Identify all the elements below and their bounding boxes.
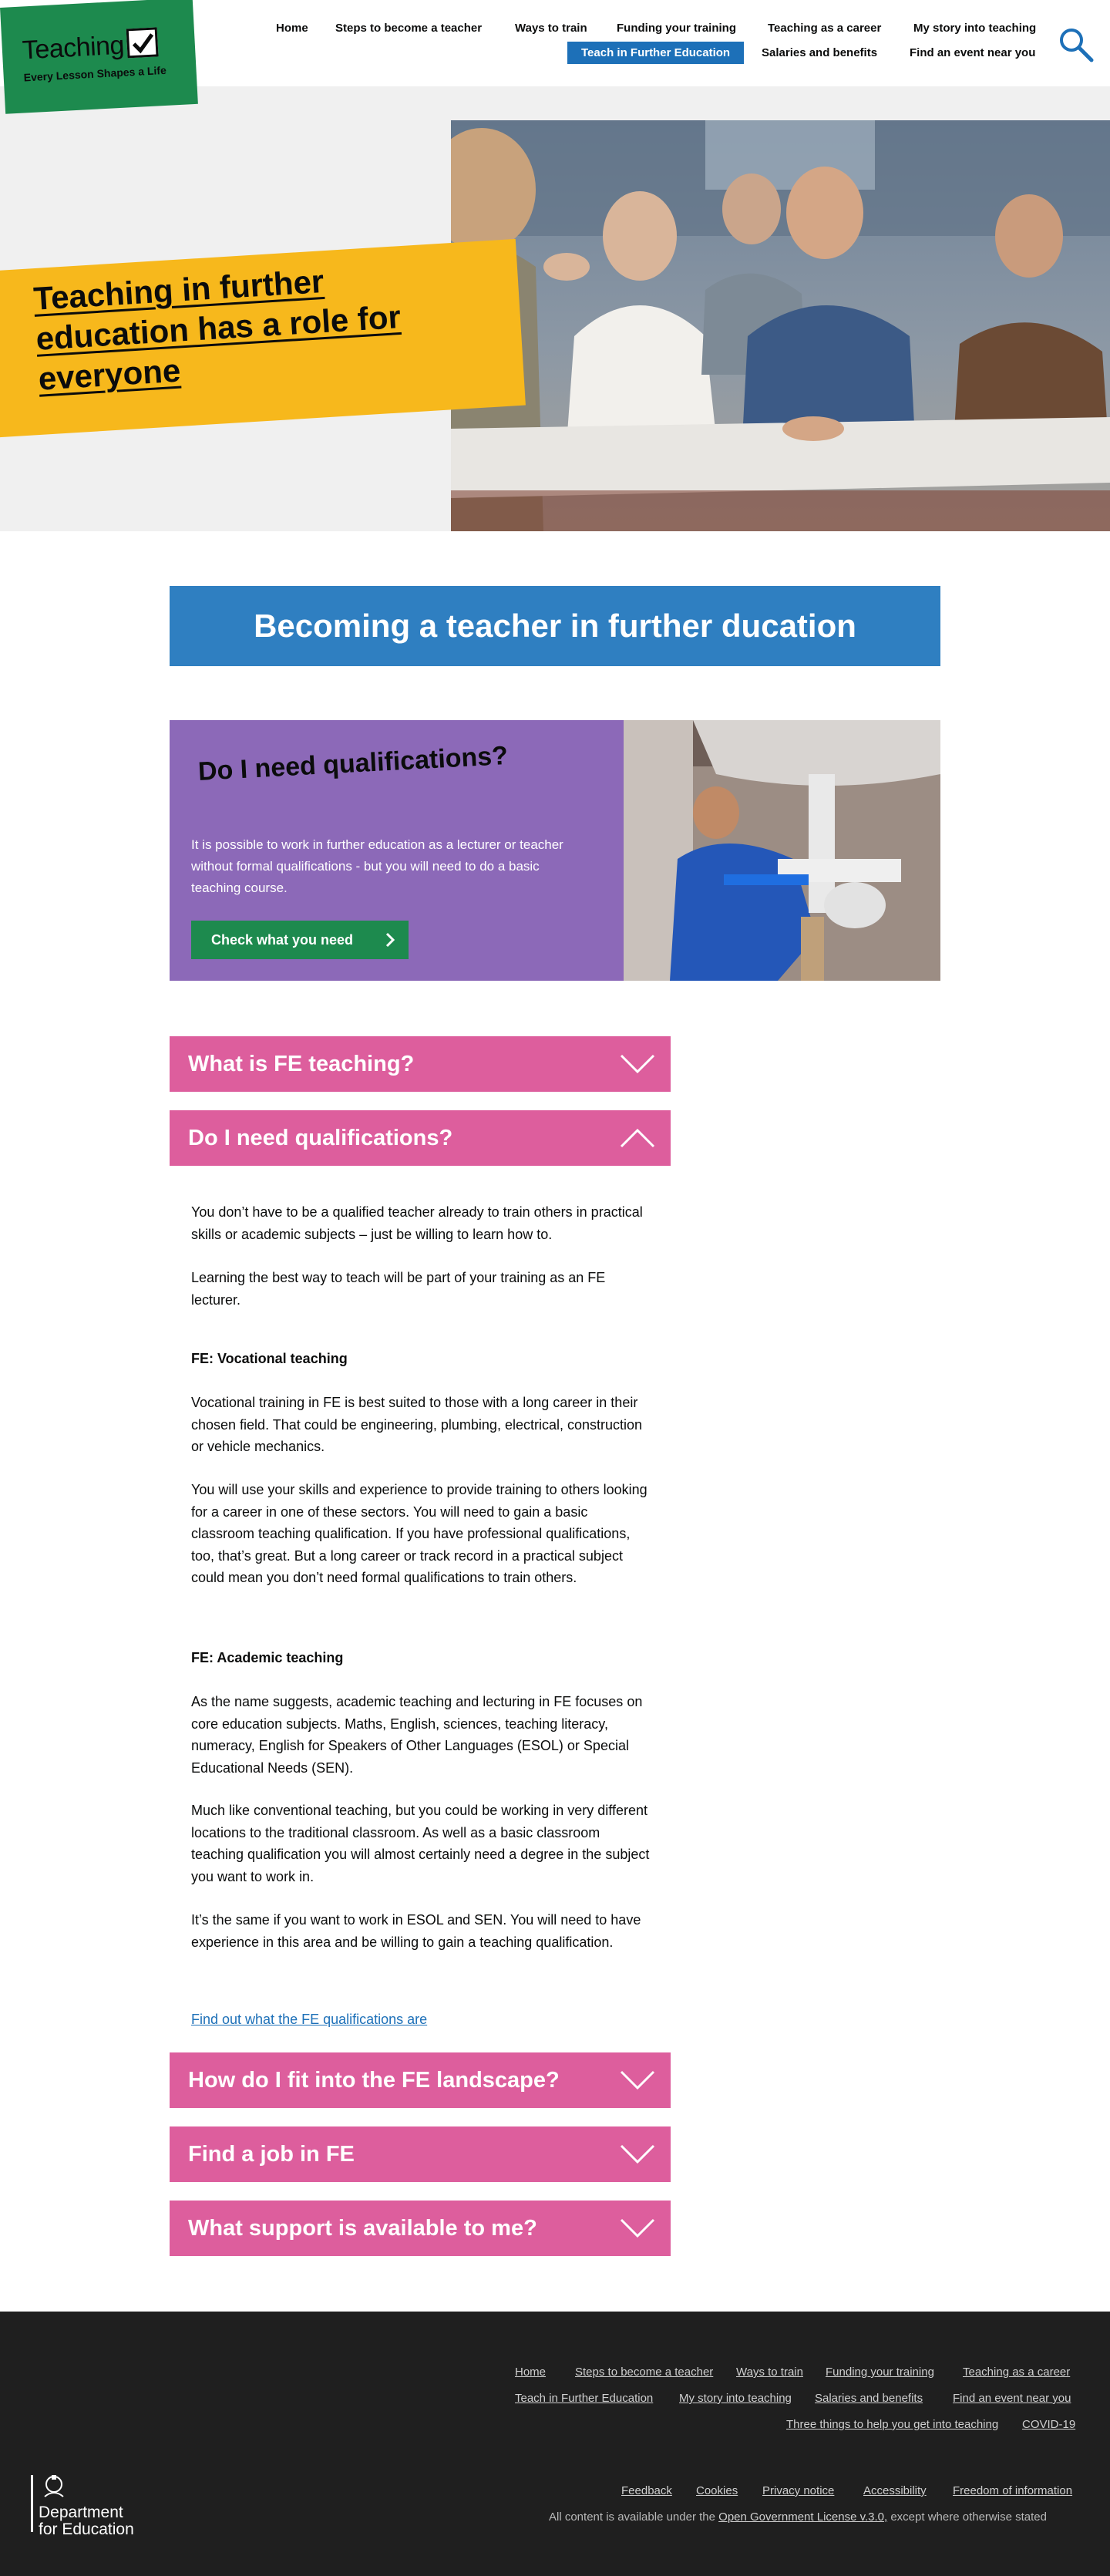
chevron-up-icon xyxy=(620,1127,655,1153)
check-what-you-need-button[interactable]: Check what you need xyxy=(191,921,409,959)
dfe-wordmark: Department for Education xyxy=(39,2504,134,2538)
nav-salaries-and-benefits[interactable]: Salaries and benefits xyxy=(762,46,877,59)
footer-link-foi[interactable]: Freedom of information xyxy=(953,2484,1072,2497)
accordion-label: What is FE teaching? xyxy=(188,1052,415,1076)
footer-link-salaries[interactable]: Salaries and benefits xyxy=(815,2392,923,2405)
logo-word: Teaching xyxy=(21,30,125,66)
footer-link-find-event[interactable]: Find an event near you xyxy=(953,2392,1071,2405)
licence-prefix: All content is available under the xyxy=(549,2510,715,2524)
footer-link-three-things[interactable]: Three things to help you get into teachi… xyxy=(786,2418,998,2431)
footer-link-my-story[interactable]: My story into teaching xyxy=(679,2392,792,2405)
panel-heading-vocational: FE: Vocational teaching xyxy=(191,1351,348,1366)
accordion-label: What support is available to me? xyxy=(188,2216,537,2241)
plumber-photo xyxy=(624,720,940,981)
accordion-panel: FE: Vocational teaching xyxy=(191,1348,654,1370)
accordion-how-do-i-fit-into-fe-landscape[interactable]: How do I fit into the FE landscape? xyxy=(170,2052,671,2108)
nav-my-story-into-teaching[interactable]: My story into teaching xyxy=(913,22,1036,35)
panel-paragraph: It’s the same if you want to work in ESO… xyxy=(191,1912,641,1950)
nav-home[interactable]: Home xyxy=(276,22,308,35)
chevron-down-icon xyxy=(620,2143,655,2169)
footer-link-accessibility[interactable]: Accessibility xyxy=(863,2484,927,2497)
accordion-what-is-fe-teaching[interactable]: What is FE teaching? xyxy=(170,1036,671,1092)
accordion-find-a-job-in-fe[interactable]: Find a job in FE xyxy=(170,2126,671,2182)
dfe-line-1: Department xyxy=(39,2504,123,2521)
accordion-label: Find a job in FE xyxy=(188,2142,355,2167)
footer-link-feedback[interactable]: Feedback xyxy=(621,2484,672,2497)
card-button-label: Check what you need xyxy=(211,932,354,948)
chevron-down-icon xyxy=(620,2217,655,2243)
card-description: It is possible to work in further educat… xyxy=(191,837,563,895)
nav-find-an-event-near-you[interactable]: Find an event near you xyxy=(910,46,1035,59)
site-header: Teaching Every Lesson Shapes a Life Home… xyxy=(0,0,1110,114)
chevron-down-icon xyxy=(620,1053,655,1079)
hero: Teaching in further education has a role… xyxy=(0,86,1110,531)
panel-paragraph: You will use your skills and experience … xyxy=(191,1482,648,1585)
nav-teach-in-further-education[interactable]: Teach in Further Education xyxy=(567,42,745,64)
dfe-line-2: for Education xyxy=(39,2520,134,2538)
accordion-label: Do I need qualifications? xyxy=(188,1126,453,1150)
accordion-panel: Vocational training in FE is best suited… xyxy=(191,1392,654,1458)
accordion-panel: Learning the best way to teach will be p… xyxy=(191,1267,654,1311)
teaching-logo[interactable]: Teaching Every Lesson Shapes a Life xyxy=(0,0,198,114)
dfe-rule xyxy=(31,2475,33,2532)
site-footer: Home Steps to become a teacher Ways to t… xyxy=(0,2312,1110,2576)
footer-link-funding[interactable]: Funding your training xyxy=(826,2366,934,2379)
footer-link-steps[interactable]: Steps to become a teacher xyxy=(575,2366,713,2379)
nav-steps-to-become-a-teacher[interactable]: Steps to become a teacher xyxy=(335,22,482,35)
accordion-panel: FE: Academic teaching xyxy=(191,1647,654,1669)
accordion-panel: You don’t have to be a qualified teacher… xyxy=(191,1201,654,1245)
hero-classroom-photo xyxy=(428,120,1110,531)
footer-link-cookies[interactable]: Cookies xyxy=(696,2484,738,2497)
section-title: Becoming a teacher in further ducation xyxy=(170,586,940,666)
licence-statement: All content is available under the Open … xyxy=(549,2510,1047,2524)
footer-link-ways-to-train[interactable]: Ways to train xyxy=(736,2366,803,2379)
checkmark-icon xyxy=(126,27,159,59)
accordion-panel: Much like conventional teaching, but you… xyxy=(191,1800,654,1887)
footer-link-covid[interactable]: COVID-19 xyxy=(1022,2418,1075,2431)
panel-paragraph: As the name suggests, academic teaching … xyxy=(191,1694,643,1776)
open-government-licence-link[interactable]: Open Government License v.3.0, xyxy=(718,2510,887,2524)
crest-icon xyxy=(44,2475,64,2497)
panel-paragraph: Vocational training in FE is best suited… xyxy=(191,1395,643,1454)
accordion-panel: It’s the same if you want to work in ESO… xyxy=(191,1909,654,1953)
accordion-panel: As the name suggests, academic teaching … xyxy=(191,1691,654,1779)
accordion-label: How do I fit into the FE landscape? xyxy=(188,2068,560,2093)
fe-qualifications-link[interactable]: Find out what the FE qualifications are xyxy=(191,2012,427,2028)
panel-paragraph: Learning the best way to teach will be p… xyxy=(191,1270,606,1308)
footer-link-teaching-career[interactable]: Teaching as a career xyxy=(963,2366,1070,2379)
accordion-what-support-is-available[interactable]: What support is available to me? xyxy=(170,2201,671,2256)
search-icon[interactable] xyxy=(1058,26,1096,65)
logo-tagline: Every Lesson Shapes a Life xyxy=(23,63,167,84)
accordion-do-i-need-qualifications[interactable]: Do I need qualifications? xyxy=(170,1110,671,1166)
nav-teaching-as-a-career[interactable]: Teaching as a career xyxy=(768,22,881,35)
panel-paragraph: You don’t have to be a qualified teacher… xyxy=(191,1204,643,1242)
chevron-right-icon xyxy=(384,921,396,974)
footer-link-further-education[interactable]: Teach in Further Education xyxy=(515,2392,653,2405)
panel-heading-academic: FE: Academic teaching xyxy=(191,1650,344,1665)
nav-funding-your-training[interactable]: Funding your training xyxy=(617,22,736,35)
nav-ways-to-train[interactable]: Ways to train xyxy=(515,22,587,35)
chevron-down-icon xyxy=(620,2069,655,2095)
footer-link-home[interactable]: Home xyxy=(515,2366,546,2379)
accordion-panel: You will use your skills and experience … xyxy=(191,1479,654,1589)
licence-suffix: except where otherwise stated xyxy=(890,2510,1047,2524)
footer-link-privacy[interactable]: Privacy notice xyxy=(762,2484,834,2497)
panel-paragraph: Much like conventional teaching, but you… xyxy=(191,1803,650,1884)
